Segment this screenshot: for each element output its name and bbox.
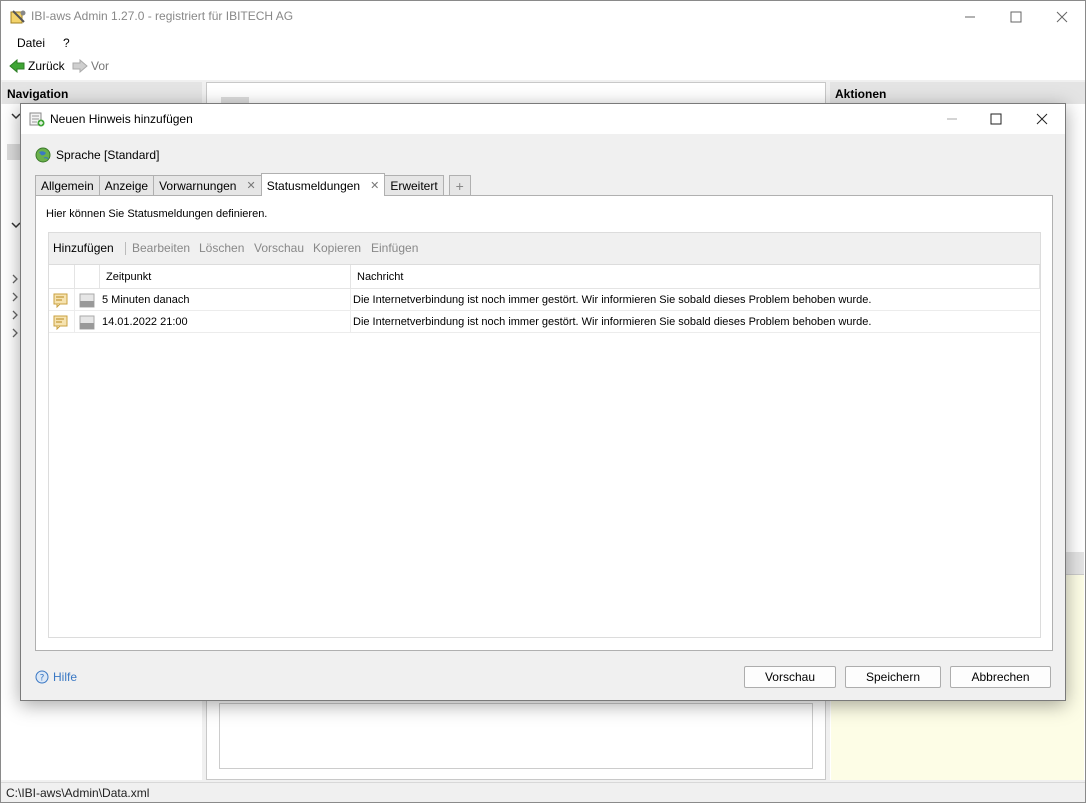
tab-general[interactable]: Allgemein xyxy=(35,175,100,196)
dialog-close-button[interactable] xyxy=(1019,104,1065,134)
minimize-button[interactable] xyxy=(947,1,993,32)
grid-header: Zeitpunkt Nachricht xyxy=(49,265,1040,289)
tab-label: Allgemein xyxy=(41,179,94,193)
dialog-titlebar: Neuen Hinweis hinzufügen xyxy=(21,104,1065,134)
add-tab-button[interactable]: + xyxy=(448,175,471,196)
close-icon xyxy=(1056,11,1068,22)
back-label: Zurück xyxy=(28,59,65,73)
maximize-icon xyxy=(990,113,1002,125)
column-header-time[interactable]: Zeitpunkt xyxy=(106,271,151,283)
status-path: C:\IBI-aws\Admin\Data.xml xyxy=(6,786,150,800)
forward-label: Vor xyxy=(91,59,110,73)
close-icon xyxy=(1036,113,1048,125)
tab-status-messages[interactable]: Statusmeldungen ✕ xyxy=(260,173,386,196)
status-messages-grid: Zeitpunkt Nachricht 5 Minuten danach Die… xyxy=(48,264,1041,638)
nav-bar: Zurück Vor xyxy=(1,54,1085,80)
row-message: Die Internetverbindung ist noch immer ge… xyxy=(353,316,872,328)
add-note-dialog: Neuen Hinweis hinzufügen Sprache [Standa… xyxy=(20,103,1066,701)
app-tools-icon xyxy=(10,10,26,24)
minimize-icon xyxy=(947,118,957,120)
plus-icon: + xyxy=(455,178,464,194)
toolbar-separator xyxy=(125,242,126,255)
state-icon xyxy=(79,293,95,308)
language-selector[interactable]: Sprache [Standard] xyxy=(35,147,159,163)
preview-tool-button[interactable]: Vorschau xyxy=(254,241,304,255)
note-add-icon xyxy=(29,112,45,127)
message-icon xyxy=(53,315,68,330)
help-circle-icon: ? xyxy=(35,670,49,684)
globe-icon xyxy=(35,147,51,163)
arrow-left-icon xyxy=(9,59,25,73)
message-icon xyxy=(53,293,68,308)
save-button[interactable]: Speichern xyxy=(845,666,941,688)
tab-label: Anzeige xyxy=(104,179,149,193)
help-label: Hilfe xyxy=(53,670,78,684)
table-row[interactable]: 5 Minuten danach Die Internetverbindung … xyxy=(49,289,1040,311)
paste-button[interactable]: Einfügen xyxy=(371,241,418,255)
arrow-right-icon xyxy=(72,59,88,73)
dialog-maximize-button[interactable] xyxy=(973,104,1019,134)
tab-advanced[interactable]: Erweitert xyxy=(384,175,444,196)
back-button[interactable]: Zurück xyxy=(9,59,65,73)
column-header-message[interactable]: Nachricht xyxy=(357,271,403,283)
close-button[interactable] xyxy=(1039,1,1085,32)
tab-strip: Allgemein Anzeige Vorwarnungen ✕ Statusme… xyxy=(35,173,471,196)
add-button[interactable]: Hinzufügen xyxy=(53,241,114,255)
row-message: Die Internetverbindung ist noch immer ge… xyxy=(353,294,872,306)
delete-button[interactable]: Löschen xyxy=(199,241,244,255)
dialog-minimize-button[interactable] xyxy=(929,104,975,134)
tab-prewarnings[interactable]: Vorwarnungen ✕ xyxy=(153,175,262,196)
dialog-title: Neuen Hinweis hinzufügen xyxy=(50,112,193,126)
app-title: IBI-aws Admin 1.27.0 - registriert für I… xyxy=(31,9,294,23)
tab-label: Statusmeldungen xyxy=(266,179,361,193)
selected-node[interactable] xyxy=(7,144,21,160)
grid-toolbar: Hinzufügen Bearbeiten Löschen Vorschau K… xyxy=(48,232,1041,264)
main-titlebar: IBI-aws Admin 1.27.0 - registriert für I… xyxy=(1,1,1085,32)
chevron-right-icon[interactable] xyxy=(11,292,19,302)
minimize-icon xyxy=(965,16,975,17)
svg-text:?: ? xyxy=(40,674,45,684)
tab-label: Erweitert xyxy=(390,179,438,193)
forward-button[interactable]: Vor xyxy=(72,59,109,73)
copy-button[interactable]: Kopieren xyxy=(313,241,361,255)
content-box xyxy=(219,703,813,769)
table-row[interactable]: 14.01.2022 21:00 Die Internetverbindung … xyxy=(49,311,1040,333)
state-icon xyxy=(79,315,95,330)
help-link[interactable]: ? Hilfe xyxy=(35,670,77,684)
menu-help[interactable]: ? xyxy=(63,36,70,50)
row-time: 5 Minuten danach xyxy=(102,294,190,306)
cancel-button[interactable]: Abbrechen xyxy=(950,666,1051,688)
tab-label: Vorwarnungen xyxy=(159,179,237,193)
menu-file[interactable]: Datei xyxy=(17,36,45,50)
row-time: 14.01.2022 21:00 xyxy=(102,316,188,328)
menu-bar: Datei ? xyxy=(1,32,1085,54)
navigation-header: Navigation xyxy=(2,82,202,104)
panel-description: Hier können Sie Statusmeldungen definier… xyxy=(46,208,268,220)
maximize-button[interactable] xyxy=(993,1,1039,32)
status-messages-panel: Hier können Sie Statusmeldungen definier… xyxy=(35,195,1053,651)
chevron-right-icon[interactable] xyxy=(11,328,19,338)
language-label: Sprache [Standard] xyxy=(56,148,160,162)
edit-button[interactable]: Bearbeiten xyxy=(132,241,190,255)
preview-button[interactable]: Vorschau xyxy=(744,666,836,688)
chevron-right-icon[interactable] xyxy=(11,274,19,284)
chevron-right-icon[interactable] xyxy=(11,310,19,320)
maximize-icon xyxy=(1010,11,1022,22)
tab-close-icon[interactable]: ✕ xyxy=(246,179,255,196)
tab-display[interactable]: Anzeige xyxy=(98,175,155,196)
actions-header: Aktionen xyxy=(830,82,1085,104)
status-bar: C:\IBI-aws\Admin\Data.xml xyxy=(1,782,1085,802)
tab-close-icon[interactable]: ✕ xyxy=(370,179,379,196)
